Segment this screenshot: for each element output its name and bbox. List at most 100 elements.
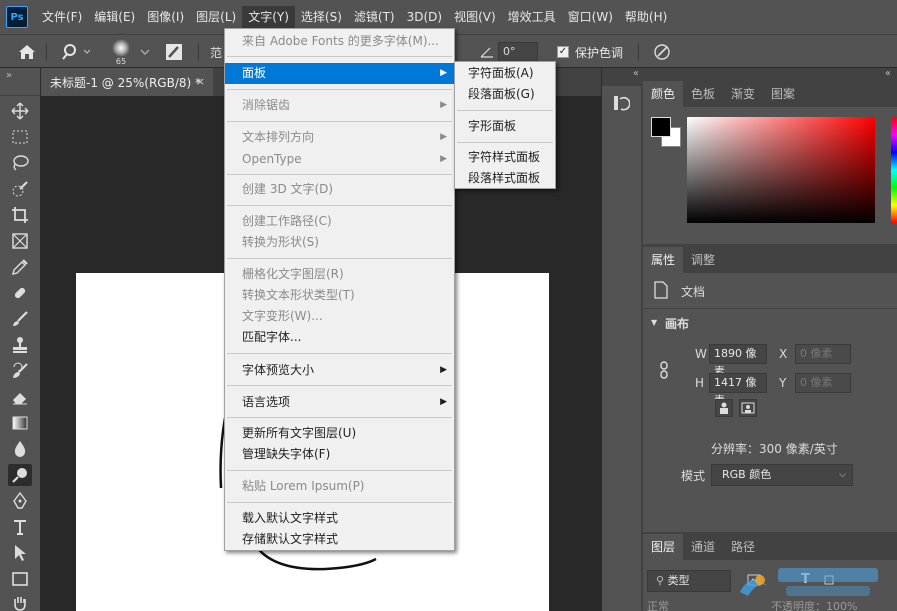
landscape-orientation-icon[interactable]: [739, 399, 757, 417]
menu-item-rasterize-type[interactable]: 栅格化文字图层(R): [225, 264, 454, 285]
menu-item-character-styles-panel[interactable]: 字符样式面板: [455, 147, 555, 168]
menu-item-glyphs-panel[interactable]: 字形面板: [455, 116, 555, 137]
menu-item-manage-missing-fonts[interactable]: 管理缺失字体(F): [225, 444, 454, 465]
brush-tool-icon[interactable]: [8, 308, 32, 330]
dodge-tool-icon[interactable]: [8, 464, 32, 486]
clone-stamp-tool-icon[interactable]: [8, 334, 32, 356]
menu-help[interactable]: 帮助(H): [619, 6, 673, 28]
menu-file[interactable]: 文件(F): [36, 6, 88, 28]
link-icon[interactable]: [659, 361, 669, 382]
document-icon: [653, 281, 669, 302]
menu-layer[interactable]: 图层(L): [190, 6, 242, 28]
move-tool-icon[interactable]: [8, 100, 32, 122]
tab-paths[interactable]: 路径: [723, 534, 763, 560]
y-field[interactable]: 0 像素: [795, 373, 851, 393]
ps-logo[interactable]: Ps: [6, 6, 28, 28]
crop-tool-icon[interactable]: [8, 204, 32, 226]
menu-item-create-work-path[interactable]: 创建工作路径(C): [225, 211, 454, 232]
menu-select[interactable]: 选择(S): [295, 6, 348, 28]
angle-input[interactable]: 0°: [498, 42, 538, 62]
lasso-tool-icon[interactable]: [8, 152, 32, 174]
tab-adjustments[interactable]: 调整: [683, 247, 723, 273]
menu-item-paste-lorem-ipsum[interactable]: 粘贴 Lorem Ipsum(P): [225, 476, 454, 497]
menu-item-warp-text[interactable]: 文字变形(W)...: [225, 306, 454, 327]
gradient-tool-icon[interactable]: [8, 412, 32, 434]
menu-item-more-adobe-fonts[interactable]: 来自 Adobe Fonts 的更多字体(M)...: [225, 31, 454, 52]
menu-item-paragraph-panel[interactable]: 段落面板(G): [455, 84, 555, 105]
marquee-tool-icon[interactable]: [8, 126, 32, 148]
pressure-icon[interactable]: [653, 35, 671, 69]
tab-color[interactable]: 颜色: [643, 81, 684, 107]
color-field[interactable]: [687, 117, 875, 223]
menu-item-update-all-text-layers[interactable]: 更新所有文字图层(U): [225, 423, 454, 444]
menu-edit[interactable]: 编辑(E): [88, 6, 141, 28]
dock-collapse-icon[interactable]: «: [602, 68, 642, 86]
menu-item-convert-text-shape[interactable]: 转换文本形状类型(T): [225, 285, 454, 306]
hue-slider[interactable]: [891, 117, 897, 223]
x-field[interactable]: 0 像素: [795, 344, 851, 364]
tab-channels[interactable]: 通道: [683, 534, 723, 560]
menu-view[interactable]: 视图(V): [448, 6, 502, 28]
submenu-arrow-icon: ▶: [440, 68, 447, 78]
tab-properties[interactable]: 属性: [643, 247, 684, 273]
path-selection-tool-icon[interactable]: [8, 542, 32, 564]
eyedropper-tool-icon[interactable]: [8, 256, 32, 278]
eraser-tool-icon[interactable]: [8, 386, 32, 408]
panels-collapse-icon[interactable]: «: [641, 68, 897, 81]
brush-settings-icon[interactable]: [165, 35, 183, 69]
tab-swatches[interactable]: 色板: [683, 81, 723, 107]
menu-item-create-3d-text[interactable]: 创建 3D 文字(D): [225, 179, 454, 200]
menu-item-convert-to-shape[interactable]: 转换为形状(S): [225, 232, 454, 253]
type-menu-dropdown: 来自 Adobe Fonts 的更多字体(M)... 面板 ▶ 消除锯齿 ▶ 文…: [224, 28, 455, 551]
resolution-text: 分辨率：300 像素/英寸: [711, 442, 838, 456]
menu-item-orientation[interactable]: 文本排列方向 ▶: [225, 127, 454, 148]
tab-patterns[interactable]: 图案: [763, 81, 803, 107]
document-tab[interactable]: 未标题-1 @ 25%(RGB/8) * ×: [41, 68, 213, 96]
menu-3d[interactable]: 3D(D): [401, 6, 448, 28]
healing-brush-tool-icon[interactable]: [8, 282, 32, 304]
menu-item-character-panel[interactable]: 字符面板(A): [455, 63, 555, 84]
tab-layers[interactable]: 图层: [643, 534, 684, 560]
menu-window[interactable]: 窗口(W): [562, 6, 619, 28]
chevron-down-icon[interactable]: [140, 35, 150, 69]
blur-tool-icon[interactable]: [8, 438, 32, 460]
submenu-arrow-icon: ▶: [440, 132, 447, 142]
quick-selection-tool-icon[interactable]: [8, 178, 32, 200]
menu-item-panels[interactable]: 面板 ▶: [225, 63, 454, 84]
home-icon[interactable]: [18, 35, 36, 69]
portrait-orientation-icon[interactable]: [715, 399, 733, 417]
menu-item-match-font[interactable]: 匹配字体...: [225, 327, 454, 348]
menu-item-save-default-type-styles[interactable]: 存储默认文字样式: [225, 529, 454, 550]
menu-image[interactable]: 图像(I): [141, 6, 190, 28]
tab-gradients[interactable]: 渐变: [723, 81, 763, 107]
rectangle-tool-icon[interactable]: [8, 568, 32, 590]
menu-plugins[interactable]: 增效工具: [502, 6, 562, 28]
frame-tool-icon[interactable]: [8, 230, 32, 252]
blend-mode-label[interactable]: 正常: [647, 598, 669, 611]
menu-item-paragraph-styles-panel[interactable]: 段落样式面板: [455, 168, 555, 189]
menu-filter[interactable]: 滤镜(T): [348, 6, 401, 28]
menu-item-language-options[interactable]: 语言选项 ▶: [225, 392, 454, 413]
layer-filter-select[interactable]: ⚲ 类型: [647, 570, 731, 592]
width-field[interactable]: 1890 像素: [709, 344, 767, 378]
menu-item-font-preview-size[interactable]: 字体预览大小 ▶: [225, 360, 454, 381]
hand-tool-icon[interactable]: [8, 592, 32, 611]
type-tool-icon[interactable]: [8, 516, 32, 538]
menu-type[interactable]: 文字(Y): [242, 6, 295, 28]
close-icon[interactable]: ×: [196, 75, 205, 88]
collapse-triangle-icon[interactable]: ▼: [651, 318, 657, 327]
menu-item-anti-alias[interactable]: 消除锯齿 ▶: [225, 95, 454, 116]
height-field[interactable]: 1417 像素: [709, 373, 767, 407]
foreground-color-swatch[interactable]: [651, 117, 671, 137]
toolbar-collapse[interactable]: »: [0, 68, 40, 96]
quick-select-tool-preset[interactable]: [60, 35, 90, 69]
canvas-section-title: 画布: [665, 317, 690, 331]
mode-select[interactable]: RGB 颜色 ⌵: [711, 464, 853, 486]
pen-tool-icon[interactable]: [8, 490, 32, 512]
history-panel-icon[interactable]: [612, 94, 631, 115]
menu-item-opentype[interactable]: OpenType ▶: [225, 149, 454, 170]
menu-item-load-default-type-styles[interactable]: 载入默认文字样式: [225, 508, 454, 529]
protect-tone-checkbox[interactable]: ✓: [557, 46, 569, 58]
brush-size-picker[interactable]: 65: [112, 35, 130, 69]
history-brush-tool-icon[interactable]: [8, 360, 32, 382]
